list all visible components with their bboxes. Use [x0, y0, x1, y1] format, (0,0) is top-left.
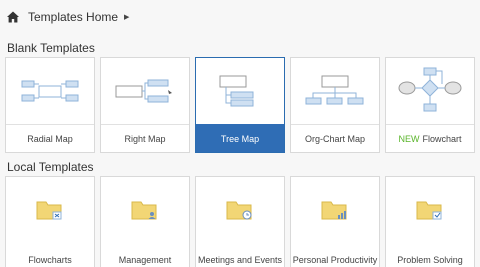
- right-map-thumbnail: [101, 58, 189, 124]
- tile-caption: Problem Solving: [397, 255, 463, 265]
- folder-icon: [6, 177, 94, 243]
- local-template-flowcharts[interactable]: Flowcharts: [5, 176, 95, 267]
- blank-templates-title: Blank Templates: [7, 41, 95, 55]
- folder-icon: [386, 177, 474, 243]
- tree-map-thumbnail: [196, 58, 284, 124]
- tile-caption: Right Map: [101, 124, 189, 152]
- local-template-meetings-and-events[interactable]: Meetings and Events: [195, 176, 285, 267]
- flowchart-thumbnail: [386, 58, 474, 124]
- top-bar: Templates Home ▶: [0, 0, 480, 33]
- template-right-map[interactable]: Right Map: [100, 57, 190, 153]
- tile-caption: Flowcharts: [28, 255, 72, 265]
- folder-icon: [196, 177, 284, 243]
- local-template-problem-solving[interactable]: Problem Solving: [385, 176, 475, 267]
- tile-caption: Meetings and Events: [197, 255, 283, 265]
- breadcrumb-arrow-icon[interactable]: ▶: [124, 13, 129, 21]
- tile-caption: Management: [118, 255, 172, 265]
- local-template-personal-productivity[interactable]: Personal Productivity: [290, 176, 380, 267]
- radial-map-thumbnail: [6, 58, 94, 124]
- local-template-management[interactable]: Management: [100, 176, 190, 267]
- flowchart-label: Flowchart: [422, 133, 462, 144]
- template-tree-map[interactable]: Tree Map: [195, 57, 285, 153]
- template-flowchart[interactable]: NEW Flowchart: [385, 57, 475, 153]
- org-chart-thumbnail: [291, 58, 379, 124]
- local-templates-title: Local Templates: [7, 160, 94, 174]
- template-org-chart-map[interactable]: Org-Chart Map: [290, 57, 380, 153]
- folder-icon: [101, 177, 189, 243]
- template-radial-map[interactable]: Radial Map: [5, 57, 95, 153]
- tile-caption: Radial Map: [6, 124, 94, 152]
- tile-caption: NEW Flowchart: [386, 124, 474, 152]
- tile-caption: Tree Map: [196, 124, 284, 152]
- breadcrumb-templates-home[interactable]: Templates Home: [28, 10, 118, 24]
- tile-caption: Org-Chart Map: [291, 124, 379, 152]
- new-badge: NEW: [398, 133, 420, 144]
- home-icon[interactable]: [6, 10, 20, 24]
- folder-icon: [291, 177, 379, 243]
- tile-caption: Personal Productivity: [292, 255, 378, 265]
